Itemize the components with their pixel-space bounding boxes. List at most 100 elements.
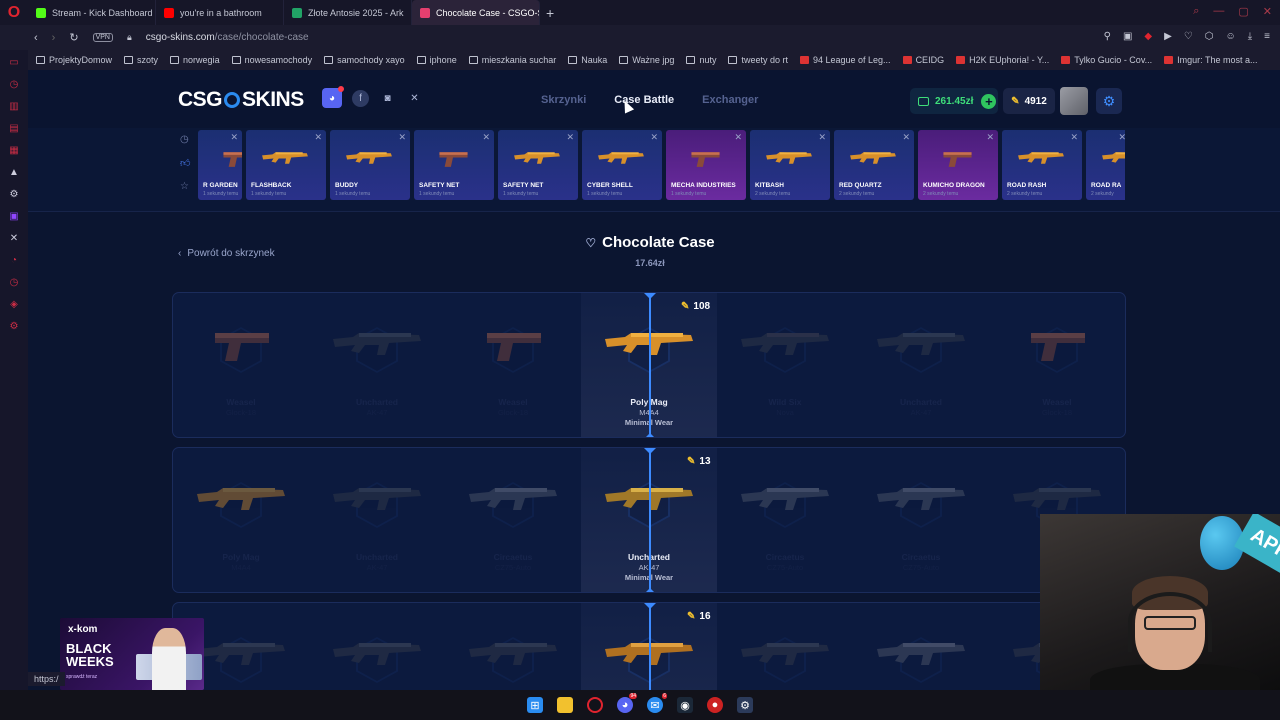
close-icon[interactable]: ✕: [1263, 5, 1272, 18]
xkom-ad-overlay[interactable]: x-kom BLACK WEEKS sprawdź teraz: [60, 618, 204, 690]
close-icon[interactable]: ✕: [818, 132, 826, 143]
extensions-icon[interactable]: ⬡: [1205, 31, 1214, 42]
play-icon[interactable]: ▶: [1164, 31, 1172, 42]
recent-icon[interactable]: ◷: [180, 134, 190, 145]
forward-icon[interactable]: ›: [52, 32, 56, 44]
close-icon[interactable]: ✕: [314, 132, 322, 143]
bookmark-item[interactable]: ProjektyDomow: [36, 55, 112, 65]
browser-tab[interactable]: Stream - Kick Dashboard: [28, 0, 156, 25]
messenger-taskbar-icon[interactable]: ✉ 6: [647, 693, 667, 713]
close-icon[interactable]: ✕: [566, 132, 574, 143]
opera-gx-icon[interactable]: [587, 697, 603, 713]
app-taskbar-icon[interactable]: ●: [707, 697, 723, 713]
instagram-icon[interactable]: ◙: [379, 90, 396, 107]
live-drop-card[interactable]: ✕ FLASHBACK 1 sekundy temu: [246, 130, 326, 200]
reload-icon[interactable]: ↻: [69, 31, 78, 44]
settings-icon[interactable]: ⚙: [8, 188, 20, 200]
url-field[interactable]: csgo-skins.com/case/chocolate-case: [146, 32, 309, 43]
live-drop-card[interactable]: ✕ KITBASH 2 sekundy temu: [750, 130, 830, 200]
windows-start-icon[interactable]: ⊞: [527, 697, 543, 713]
bookmark-item[interactable]: CEIDG: [902, 55, 944, 65]
close-icon[interactable]: ✕: [650, 132, 658, 143]
close-icon[interactable]: ✕: [734, 132, 742, 143]
nav-skrzynki[interactable]: Skrzynki: [541, 94, 586, 106]
bag-icon[interactable]: ◈: [8, 298, 20, 310]
download-icon[interactable]: ⤓: [1248, 31, 1252, 42]
facebook-icon[interactable]: f: [352, 90, 369, 107]
file-explorer-icon[interactable]: [557, 697, 573, 713]
twitch-icon[interactable]: ▣: [8, 210, 20, 222]
close-icon[interactable]: ✕: [1070, 132, 1078, 143]
close-icon[interactable]: ✕: [230, 132, 238, 143]
bookmark-item[interactable]: nuty: [686, 55, 716, 65]
menu-icon[interactable]: ≡: [1264, 31, 1270, 42]
pin-icon[interactable]: ⚲: [1104, 31, 1111, 42]
bookmark-item[interactable]: H2K EUphoria! - Y...: [956, 55, 1049, 65]
browser-tab[interactable]: Złote Antosie 2025 - Ark: [284, 0, 412, 25]
live-drop-card[interactable]: ✕ CYBER SHELL 1 sekundy temu: [582, 130, 662, 200]
chat-icon[interactable]: ▤: [8, 122, 20, 134]
minimize-icon[interactable]: —: [1213, 5, 1224, 18]
live-drop-card[interactable]: ✕ BUDDY 1 sekundy temu: [330, 130, 410, 200]
discord-taskbar-icon[interactable]: ◕ 94: [617, 693, 637, 713]
x-icon[interactable]: ✕: [406, 90, 423, 107]
snapshot-icon[interactable]: ▣: [1123, 31, 1132, 42]
balance-box[interactable]: 261.45zł +: [910, 88, 998, 114]
back-icon[interactable]: ‹: [34, 32, 38, 44]
live-drop-card[interactable]: ✕ KUMICHO DRAGON 2 sekundy temu: [918, 130, 998, 200]
bookmark-item[interactable]: Nauka: [568, 55, 607, 65]
live-drop-card[interactable]: ✕ ROAD RASH 2 sekundy temu: [1002, 130, 1082, 200]
steam-icon[interactable]: ◉: [677, 697, 693, 713]
search-tabs-icon[interactable]: ⌕: [1193, 5, 1199, 18]
bookmark-item[interactable]: Imgur: The most a...: [1164, 55, 1258, 65]
avatar[interactable]: [1060, 87, 1088, 115]
bookmark-item[interactable]: samochody xayo: [324, 55, 405, 65]
discord-icon[interactable]: ◕: [322, 86, 344, 108]
live-drop-card[interactable]: ✕ SAFETY NET 1 sekundy temu: [414, 130, 494, 200]
extension-settings-icon[interactable]: ⚙: [8, 320, 20, 332]
deposit-button[interactable]: +: [981, 93, 997, 109]
browser-tab[interactable]: Chocolate Case - CSGO-S: [412, 0, 540, 25]
close-icon[interactable]: ✕: [1118, 132, 1125, 143]
player-icon[interactable]: ▦: [8, 144, 20, 156]
new-tab-button[interactable]: +: [540, 5, 560, 21]
account-icon[interactable]: ☺: [1226, 31, 1236, 42]
thumbs-up-icon[interactable]: 👍︎: [180, 157, 190, 169]
bookmark-item[interactable]: tweety do rt: [728, 55, 788, 65]
live-drop-card[interactable]: ✕ ROAD RA 2 sekundy: [1086, 130, 1125, 200]
bookmark-item[interactable]: mieszkania suchar: [468, 55, 556, 65]
settings-button[interactable]: ⚙: [1096, 88, 1122, 114]
close-icon[interactable]: ✕: [482, 132, 490, 143]
bookmark-item[interactable]: Tylko Gucio - Cov...: [1061, 55, 1152, 65]
wallet-icon[interactable]: ▥: [8, 100, 20, 112]
maximize-icon[interactable]: ▢: [1238, 5, 1248, 18]
live-drop-card[interactable]: ✕ R GARDEN 1 sekundy temu: [198, 130, 242, 200]
star-icon[interactable]: ☆: [180, 181, 190, 192]
timer-icon[interactable]: ◷: [8, 276, 20, 288]
bookmark-item[interactable]: norwegia: [170, 55, 220, 65]
site-logo[interactable]: CSG SKINS: [178, 88, 304, 112]
close-icon[interactable]: ✕: [398, 132, 406, 143]
history-icon[interactable]: ◷: [8, 78, 20, 90]
bookmark-item[interactable]: szoty: [124, 55, 158, 65]
bookmark-item[interactable]: 94 League of Leg...: [799, 55, 891, 65]
favorite-heart-icon[interactable]: ♡: [585, 236, 596, 250]
aria-icon[interactable]: ▲: [8, 166, 20, 178]
bookmark-item[interactable]: nowesamochody: [231, 55, 312, 65]
bookmark-item[interactable]: iphone: [416, 55, 457, 65]
close-icon[interactable]: ✕: [902, 132, 910, 143]
live-drop-card[interactable]: ✕ MECHA INDUSTRIES 1 sekundy temu: [666, 130, 746, 200]
clock-icon[interactable]: ◔: [8, 254, 20, 266]
shield-icon[interactable]: ◆: [1144, 31, 1152, 42]
vpn-badge[interactable]: VPN: [92, 33, 113, 42]
settings-taskbar-icon[interactable]: ⚙: [737, 697, 753, 713]
messenger-icon[interactable]: ▭: [8, 56, 20, 68]
opera-menu-icon[interactable]: O: [0, 0, 28, 25]
browser-tab[interactable]: you're in a bathroom: [156, 0, 284, 25]
coins-box[interactable]: ✎ 4912: [1003, 88, 1055, 114]
heart-icon[interactable]: ♡: [1184, 31, 1193, 42]
nav-exchanger[interactable]: Exchanger: [702, 94, 758, 106]
x-social-icon[interactable]: ✕: [8, 232, 20, 244]
bookmark-item[interactable]: Ważne jpg: [619, 55, 674, 65]
live-drop-card[interactable]: ✕ SAFETY NET 1 sekundy temu: [498, 130, 578, 200]
